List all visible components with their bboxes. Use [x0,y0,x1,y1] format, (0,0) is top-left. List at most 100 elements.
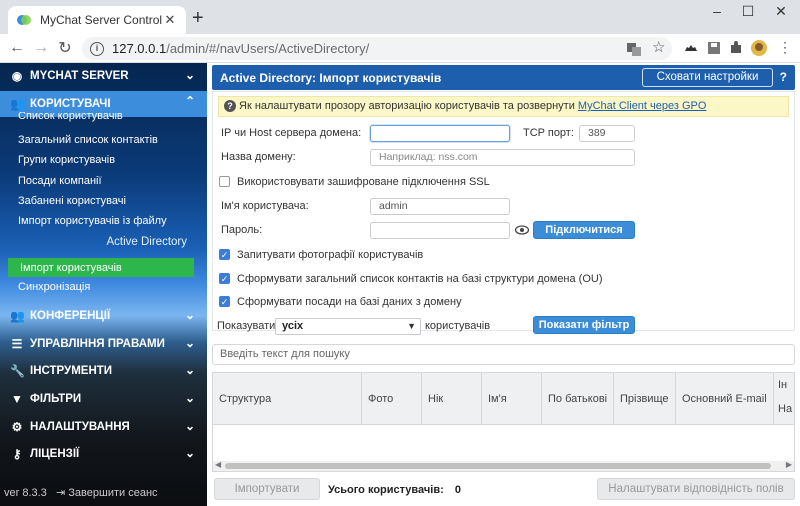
mychat-favicon-icon [17,15,31,25]
domain-label: Назва домену: [221,151,296,163]
sidebar-header-licenses[interactable]: ⚷ ЛІЦЕНЗІЇ ⌄ [0,441,207,467]
chevron-down-icon[interactable]: ⌄ [185,391,195,405]
extension-save-icon[interactable] [706,40,722,56]
users-word-label: користувачів [425,320,491,332]
window-close-icon[interactable]: ✕ [768,3,794,20]
port-input[interactable]: 389 [579,125,635,142]
show-users-select[interactable]: усіх ▼ [275,318,421,335]
column-patronymic[interactable]: По батькові [541,373,613,425]
chevron-down-icon[interactable]: ⌄ [185,363,195,377]
key-icon: ⚷ [12,447,22,461]
connect-button[interactable]: Підключитися [533,221,635,239]
logout-icon: ⇥ [56,487,66,499]
site-info-icon[interactable]: i [90,41,104,56]
column-extra[interactable]: Ін На [773,373,794,425]
server-icon: ◉ [11,69,23,83]
column-name[interactable]: Ім'я [481,373,541,425]
show-password-eye-icon[interactable] [515,224,529,236]
show-label: Показувати [217,320,276,332]
password-input[interactable] [370,222,510,239]
maximize-icon[interactable]: ☐ [735,3,761,20]
contacts-checkbox[interactable]: ✓ [219,273,230,284]
gpo-notice: ? Як налаштувати прозору авторизацію кори… [218,96,789,117]
sidebar-header-server[interactable]: ◉ MYCHAT SERVER ⌄ [0,63,207,89]
domain-input[interactable]: Наприклад: nss.com [370,149,635,166]
users-icon: 👥 [10,97,25,111]
sidebar-header-conferences[interactable]: 👥 КОНФЕРЕНЦІЇ ⌄ [0,303,207,329]
horizontal-scrollbar[interactable]: ◀ ▶ [213,460,794,471]
sidebar-item-contacts[interactable]: Загальний список контактів [0,130,207,150]
chevron-down-icon[interactable]: ⌄ [185,308,195,322]
photos-checkbox[interactable]: ✓ [219,249,230,260]
sidebar-item-import-file[interactable]: Імпорт користувачів із файлу [0,211,207,231]
translate-icon[interactable] [626,41,642,57]
browser-tab[interactable]: MyChat Server Control Panel ✕ [8,6,186,34]
chevron-down-icon[interactable]: ⌄ [185,336,195,350]
ssl-checkbox[interactable] [219,176,230,187]
chevron-down-icon[interactable]: ⌄ [185,68,195,82]
total-users: Усього користувачів: 0 [328,484,461,496]
column-email[interactable]: Основний E-mail [675,373,773,425]
minimize-icon[interactable]: – [704,3,730,19]
column-nick[interactable]: Нік [421,373,481,425]
show-filter-button[interactable]: Показати фільтр [533,316,635,334]
page-title: Active Directory: Імпорт користувачів [220,70,442,85]
logout-link[interactable]: ⇥ Завершити сеанс [56,486,158,499]
extensions-puzzle-icon[interactable] [728,40,744,56]
chevron-down-icon[interactable]: ⌄ [185,419,195,433]
question-icon: ? [224,100,236,112]
back-icon[interactable]: ← [6,37,28,59]
hide-settings-button[interactable]: Сховати настройки [642,68,773,87]
forward-icon[interactable]: → [30,37,52,59]
scroll-right-icon[interactable]: ▶ [786,460,792,469]
sidebar-header-filters[interactable]: ▼ ФІЛЬТРИ ⌄ [0,386,207,412]
tab-title: MyChat Server Control Panel [40,13,162,27]
extension-hat-icon[interactable] [683,40,699,56]
username-label: Ім'я користувача: [221,200,309,212]
filter-icon: ▼ [11,392,23,406]
sidebar-header-tools[interactable]: 🔧 ІНСТРУМЕНТИ ⌄ [0,358,207,384]
ssl-label: Використовувати зашифроване підключення … [237,176,490,188]
browser-tabbar: MyChat Server Control Panel ✕ + – ☐ ✕ [0,0,800,34]
password-label: Пароль: [221,224,263,236]
sidebar-item-import-users[interactable]: Імпорт користувачів [8,258,194,277]
help-icon[interactable]: ? [780,70,787,84]
ip-label: IP чи Host сервера домена: [221,127,362,139]
column-structure[interactable]: Структура [213,373,361,425]
search-input[interactable]: Введіть текст для пошуку [212,344,795,365]
chevron-down-icon[interactable]: ⌄ [185,446,195,460]
sidebar-item-active-directory[interactable]: Active Directory [0,232,207,252]
sidebar-header-rights[interactable]: ☰ УПРАВЛІННЯ ПРАВАМИ ⌄ [0,331,207,357]
sidebar-item-banned[interactable]: Забанені користувачі [0,191,207,211]
sidebar-item-sync[interactable]: Синхронізація [0,277,207,297]
contacts-label: Сформувати загальний список контактів на… [237,273,603,285]
table-header: Структура Фото Нік Ім'я По батькові Пріз… [213,373,794,425]
column-surname[interactable]: Прізвище [613,373,675,425]
sidebar-item-users-list[interactable]: Список користувачів [0,112,207,124]
sidebar-item-groups[interactable]: Групи користувачів [0,150,207,170]
reload-icon[interactable]: ↻ [54,37,76,59]
bookmark-star-icon[interactable]: ☆ [652,38,665,56]
username-input[interactable]: admin [370,198,510,215]
browser-menu-icon[interactable]: ⋮ [778,39,792,56]
scroll-left-icon[interactable]: ◀ [215,460,221,469]
users-table: Структура Фото Нік Ім'я По батькові Пріз… [212,372,795,472]
sidebar-header-settings[interactable]: ⚙ НАЛАШТУВАННЯ ⌄ [0,414,207,440]
address-bar[interactable]: i 127.0.0.1/admin/#/navUsers/ActiveDirec… [82,37,672,60]
port-label: TCP порт: [523,127,574,139]
column-photo[interactable]: Фото [361,373,421,425]
new-tab-icon[interactable]: + [192,8,204,28]
ip-input[interactable] [370,125,510,142]
tab-close-icon[interactable]: ✕ [162,12,178,28]
connection-form: ? Як налаштувати прозору авторизацію кори… [212,91,795,335]
chevron-up-icon[interactable]: ⌃ [185,94,195,108]
profile-avatar-icon[interactable] [751,40,767,56]
main-panel: Active Directory: Імпорт користувачів Сх… [207,63,800,506]
positions-checkbox[interactable]: ✓ [219,296,230,307]
gpo-link[interactable]: MyChat Client через GPO [578,100,707,112]
scrollbar-thumb[interactable] [225,463,771,469]
field-mapping-button[interactable]: Налаштувати відповідність полів [597,478,795,500]
sidebar-item-positions[interactable]: Посади компанії [0,171,207,191]
page-title-bar: Active Directory: Імпорт користувачів Сх… [212,65,795,90]
import-button[interactable]: Імпортувати [214,478,320,500]
